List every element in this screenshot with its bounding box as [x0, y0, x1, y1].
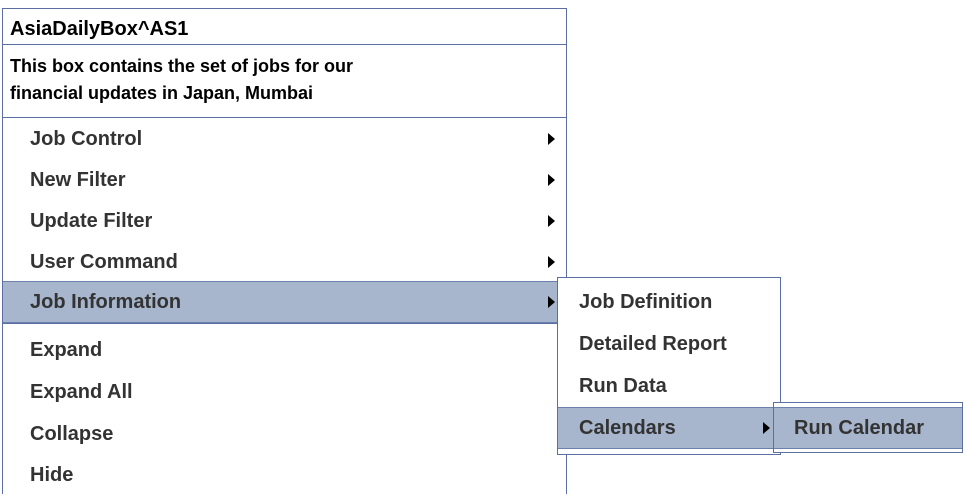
submenu-item-job-definition[interactable]: Job Definition: [558, 281, 780, 323]
menu-item-label: Hide: [30, 464, 74, 486]
menu-item-label: Calendars: [579, 417, 676, 439]
menu-description-line: This box contains the set of jobs for ou…: [10, 56, 354, 76]
menu-item-label: Expand: [30, 339, 103, 361]
menu-item-label: Detailed Report: [579, 333, 727, 355]
submenu-item-run-calendar[interactable]: Run Calendar: [774, 407, 962, 449]
menu-item-label: User Command: [30, 251, 178, 273]
screen: AsiaDailyBox^AS1 This box contains the s…: [0, 0, 965, 494]
menu-item-new-filter[interactable]: New Filter: [3, 159, 566, 201]
menu-item-expand[interactable]: Expand: [3, 329, 566, 371]
menu-item-label: Job Information: [30, 291, 182, 313]
menu-item-label: Expand All: [30, 381, 133, 403]
menu-item-label: New Filter: [30, 169, 126, 191]
menu-description: This box contains the set of jobs for ou…: [3, 45, 566, 118]
caret-right-icon: [763, 422, 770, 434]
menu-item-label: Job Control: [30, 128, 143, 150]
menu-item-collapse[interactable]: Collapse: [3, 413, 566, 455]
caret-right-icon: [548, 215, 555, 227]
caret-right-icon: [548, 296, 555, 308]
menu-item-label: Job Definition: [579, 291, 713, 313]
caret-right-icon: [548, 133, 555, 145]
menu-item-user-command[interactable]: User Command: [3, 241, 566, 283]
context-menu: AsiaDailyBox^AS1 This box contains the s…: [2, 8, 567, 494]
menu-separator: [3, 323, 566, 324]
caret-right-icon: [548, 256, 555, 268]
job-information-submenu: Job Definition Detailed Report Run Data …: [557, 277, 781, 455]
menu-title: AsiaDailyBox^AS1: [3, 9, 566, 45]
menu-item-label: Run Calendar: [794, 417, 925, 439]
menu-item-job-control[interactable]: Job Control: [3, 118, 566, 160]
submenu-item-run-data[interactable]: Run Data: [558, 365, 780, 407]
menu-item-update-filter[interactable]: Update Filter: [3, 200, 566, 242]
submenu-item-detailed-report[interactable]: Detailed Report: [558, 323, 780, 365]
menu-item-hide[interactable]: Hide: [3, 454, 566, 494]
calendars-submenu: Run Calendar: [773, 402, 963, 453]
menu-item-label: Run Data: [579, 375, 667, 397]
menu-description-line: financial updates in Japan, Mumbai: [10, 83, 314, 103]
menu-item-label: Collapse: [30, 423, 114, 445]
menu-item-job-information[interactable]: Job Information: [3, 281, 566, 323]
menu-item-label: Update Filter: [30, 210, 153, 232]
caret-right-icon: [548, 174, 555, 186]
menu-item-expand-all[interactable]: Expand All: [3, 371, 566, 413]
submenu-item-calendars[interactable]: Calendars: [558, 407, 780, 449]
